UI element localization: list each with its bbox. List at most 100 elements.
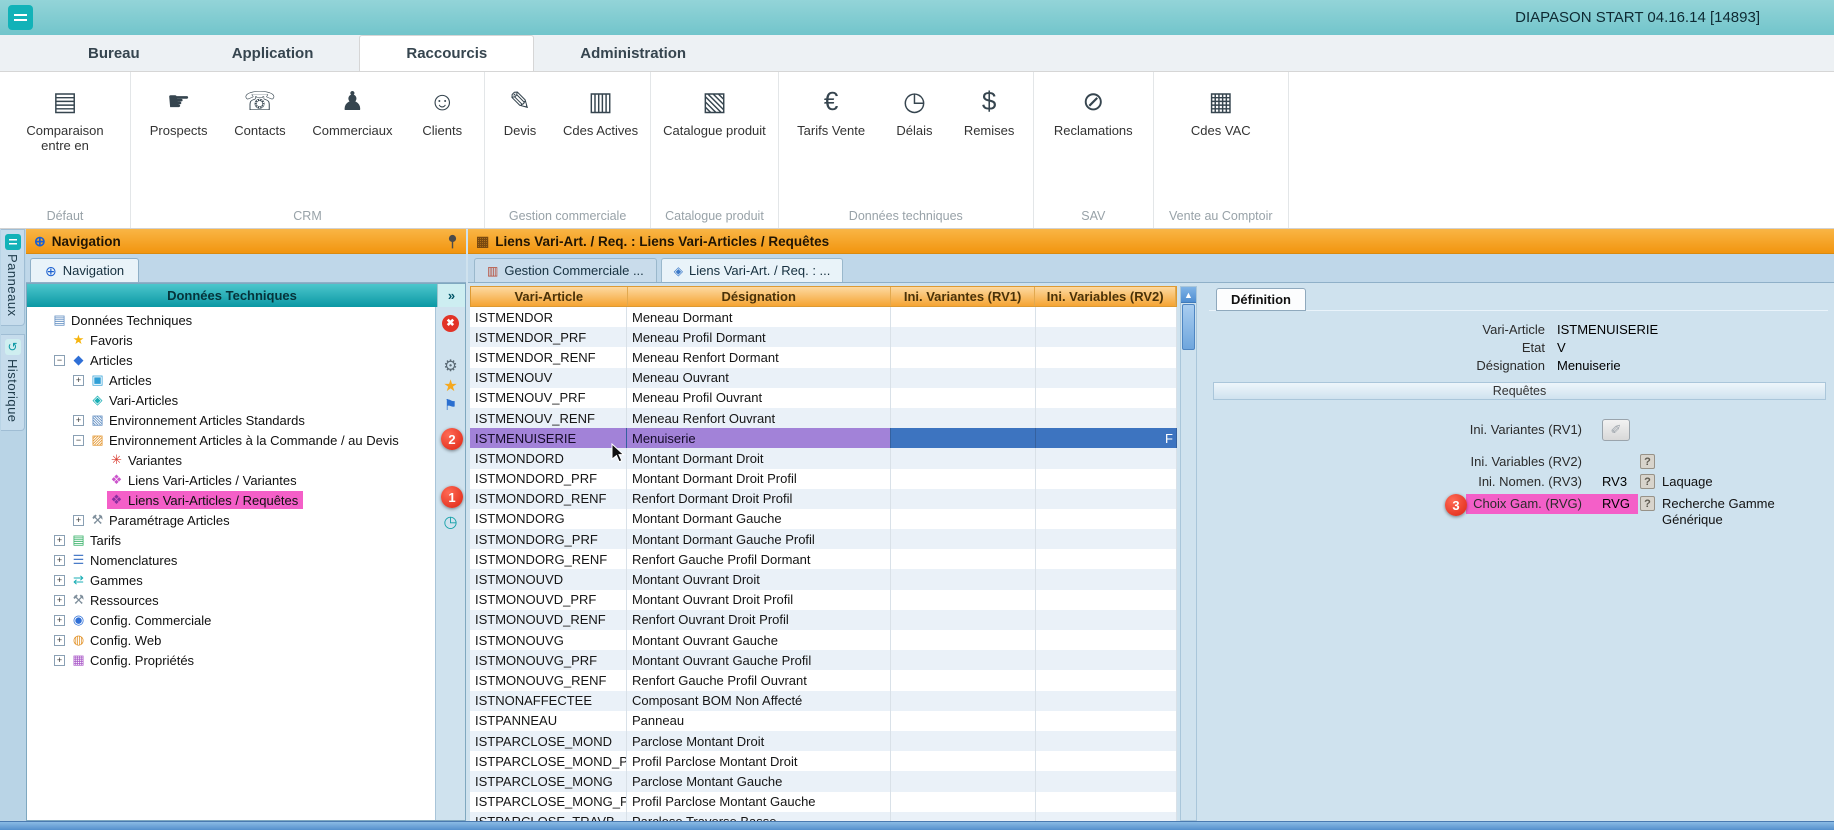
expander-icon[interactable]: − [73, 435, 84, 446]
table-row[interactable]: ISTMENOUV_RENFMeneau Renfort Ouvrant [470, 408, 1177, 428]
tree-item-articles[interactable]: −◆Articles [27, 350, 435, 370]
table-row[interactable]: ISTPARCLOSE_TRAVBParclose Traverse Basse [470, 812, 1177, 821]
pin-icon[interactable] [447, 234, 458, 249]
ribbon-button-tarifs-vente[interactable]: €Tarifs Vente [787, 78, 875, 139]
table-row[interactable]: ISTMONDORGMontant Dormant Gauche [470, 509, 1177, 529]
expander-icon[interactable]: + [54, 615, 65, 626]
settings-gear-icon[interactable]: ⚙ [443, 358, 457, 375]
vertical-scrollbar[interactable]: ▲ [1180, 286, 1197, 821]
table-row[interactable]: ISTMONOUVD_PRFMontant Ouvrant Droit Prof… [470, 590, 1177, 610]
ribbon-tab-raccourcis[interactable]: Raccourcis [359, 35, 534, 71]
table-row[interactable]: ISTPARCLOSE_MONDParclose Montant Droit [470, 731, 1177, 751]
ribbon-button-reclamations[interactable]: ⊘Reclamations [1044, 78, 1143, 139]
table-row[interactable]: ISTPARCLOSE_MOND_PProfil Parclose Montan… [470, 751, 1177, 771]
table-row[interactable]: ISTMONDORDMontant Dormant Droit [470, 448, 1177, 468]
ribbon-tab-bureau[interactable]: Bureau [42, 35, 186, 71]
column-header-vari-article[interactable]: Vari-Article [471, 287, 628, 306]
expander-icon[interactable]: + [73, 515, 84, 526]
ribbon-button-d-lais[interactable]: ◷Délais [881, 78, 947, 139]
history-clock-icon[interactable]: ◷ [444, 514, 458, 531]
tab-navigation[interactable]: ⊕ Navigation [30, 258, 139, 282]
delete-icon[interactable]: ✖ [442, 315, 459, 332]
expander-icon[interactable]: − [54, 355, 65, 366]
expander-icon[interactable]: + [54, 655, 65, 666]
ribbon-button-prospects[interactable]: ☛Prospects [140, 78, 218, 139]
flag-icon[interactable]: ⚑ [444, 397, 457, 414]
tree-item-variantes[interactable]: ✳Variantes [27, 450, 435, 470]
app-logo-icon[interactable] [8, 5, 33, 30]
tree-item-config-web[interactable]: +◍Config. Web [27, 630, 435, 650]
column-header-ini-variables-rv2[interactable]: Ini. Variables (RV2) [1035, 287, 1176, 306]
table-row[interactable]: ISTMONDORD_RENFRenfort Dormant Droit Pro… [470, 489, 1177, 509]
tree-item-liens-vari-articles-requ-tes[interactable]: ❖Liens Vari-Articles / Requêtes [27, 490, 435, 510]
help-button[interactable]: ? [1640, 454, 1655, 469]
scroll-up-button[interactable]: ▲ [1181, 287, 1196, 303]
ribbon-button-commerciaux[interactable]: ♟Commerciaux [302, 78, 402, 139]
table-row[interactable]: ISTMONOUVDMontant Ouvrant Droit [470, 569, 1177, 589]
column-header-ini-variantes-rv1[interactable]: Ini. Variantes (RV1) [891, 287, 1036, 306]
horizontal-scrollbar[interactable] [0, 821, 1834, 830]
help-button[interactable]: ? [1640, 496, 1655, 511]
table-row[interactable]: ISTMONDORD_PRFMontant Dormant Droit Prof… [470, 469, 1177, 489]
column-header-d-signation[interactable]: Désignation [628, 287, 891, 306]
ribbon-button-devis[interactable]: ✎Devis [487, 78, 553, 139]
tree-item-liens-vari-articles-variantes[interactable]: ❖Liens Vari-Articles / Variantes [27, 470, 435, 490]
tree-item-vari-articles[interactable]: ◈Vari-Articles [27, 390, 435, 410]
ribbon-button-remises[interactable]: $Remises [954, 78, 1025, 139]
table-row[interactable]: ISTMENDOR_RENFMeneau Renfort Dormant [470, 347, 1177, 367]
ribbon-tab-administration[interactable]: Administration [534, 35, 732, 71]
expander-icon[interactable]: + [54, 635, 65, 646]
dock-tab-panneaux[interactable]: Panneaux [1, 229, 25, 326]
tree-item-environnement-articles-standards[interactable]: +▧Environnement Articles Standards [27, 410, 435, 430]
navigation-tabbar: ⊕ Navigation [26, 254, 466, 283]
ribbon-button-catalogue-produit[interactable]: ▧Catalogue produit [653, 78, 776, 139]
table-row[interactable]: ISTMONOUVGMontant Ouvrant Gauche [470, 630, 1177, 650]
table-row[interactable]: ISTMENDOR_PRFMeneau Profil Dormant [470, 327, 1177, 347]
tree-item-config-propri-t-s[interactable]: +▦Config. Propriétés [27, 650, 435, 670]
table-row[interactable]: ISTMENDORMeneau Dormant [470, 307, 1177, 327]
tab-definition[interactable]: Définition [1216, 288, 1306, 311]
table-row[interactable]: ISTMONOUVG_RENFRenfort Gauche Profil Ouv… [470, 670, 1177, 690]
tab-gestion-commerciale[interactable]: ▥Gestion Commerciale ... [474, 258, 657, 282]
table-row[interactable]: ISTPANNEAUPanneau [470, 711, 1177, 731]
expander-icon[interactable]: + [54, 535, 65, 546]
table-row[interactable]: ISTMONOUVD_RENFRenfort Ouvrant Droit Pro… [470, 610, 1177, 630]
tree-item-config-commerciale[interactable]: +◉Config. Commerciale [27, 610, 435, 630]
ribbon-tab-application[interactable]: Application [186, 35, 360, 71]
expander-icon[interactable]: + [54, 555, 65, 566]
table-row[interactable]: ISTMONDORG_PRFMontant Dormant Gauche Pro… [470, 529, 1177, 549]
help-button[interactable]: ? [1640, 474, 1655, 489]
tree-item-articles[interactable]: +▣Articles [27, 370, 435, 390]
tab-liens-vari-art-req[interactable]: ◈Liens Vari-Art. / Req. : ... [661, 258, 844, 282]
tree-item-donn-es-techniques[interactable]: ▤Données Techniques [27, 310, 435, 330]
table-row[interactable]: ISTMENOUVMeneau Ouvrant [470, 368, 1177, 388]
query-edit-button[interactable]: ✐ [1602, 419, 1630, 441]
expander-icon[interactable]: + [73, 415, 84, 426]
table-row[interactable]: ISTMONOUVG_PRFMontant Ouvrant Gauche Pro… [470, 650, 1177, 670]
expander-icon[interactable]: + [54, 575, 65, 586]
table-row[interactable]: ISTPARCLOSE_MONG_PProfil Parclose Montan… [470, 792, 1177, 812]
tree-item-nomenclatures[interactable]: +☰Nomenclatures [27, 550, 435, 570]
ribbon-button-comparaison-entre-en[interactable]: ▤Comparaison entre en [2, 78, 128, 153]
table-row[interactable]: ISTMENUISERIEMenuiserieF [470, 428, 1177, 448]
tree-item-favoris[interactable]: ★Favoris [27, 330, 435, 350]
table-row[interactable]: ISTMENOUV_PRFMeneau Profil Ouvrant [470, 388, 1177, 408]
table-row[interactable]: ISTNONAFFECTEEComposant BOM Non Affecté [470, 691, 1177, 711]
ribbon-button-cdes-actives[interactable]: ▥Cdes Actives [553, 78, 648, 139]
ribbon-button-clients[interactable]: ☺Clients [409, 78, 475, 139]
table-row[interactable]: ISTPARCLOSE_MONGParclose Montant Gauche [470, 771, 1177, 791]
table-row[interactable]: ISTMONDORG_RENFRenfort Gauche Profil Dor… [470, 549, 1177, 569]
tree-item-param-trage-articles[interactable]: +⚒Paramétrage Articles [27, 510, 435, 530]
collapse-panel-button[interactable]: » [437, 284, 465, 307]
expander-icon[interactable]: + [73, 375, 84, 386]
favorite-star-icon[interactable]: ★ [443, 378, 457, 395]
tree-item-gammes[interactable]: +⇄Gammes [27, 570, 435, 590]
tree-item-environnement-articles-la-commande-au-devis[interactable]: −▨Environnement Articles à la Commande /… [27, 430, 435, 450]
tree-item-tarifs[interactable]: +▤Tarifs [27, 530, 435, 550]
tree-item-ressources[interactable]: +⚒Ressources [27, 590, 435, 610]
dock-tab-historique[interactable]: ↺ Historique [1, 334, 25, 432]
expander-icon[interactable]: + [54, 595, 65, 606]
ribbon-button-cdes-vac[interactable]: ▦Cdes VAC [1181, 78, 1261, 139]
ribbon-button-contacts[interactable]: ☏Contacts [224, 78, 295, 139]
scrollbar-thumb[interactable] [1182, 304, 1195, 350]
